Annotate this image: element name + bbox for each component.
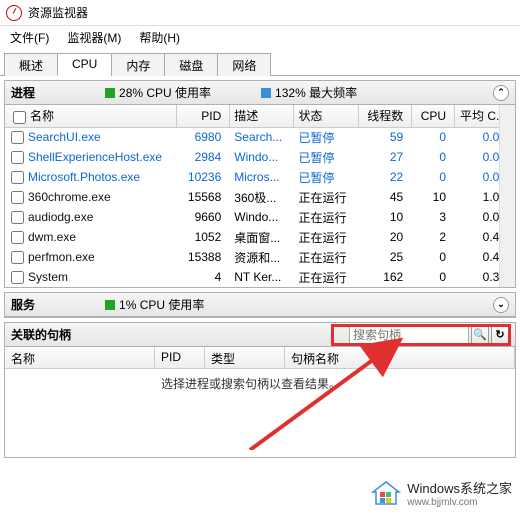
cpu-usage-text: 28% CPU 使用率 xyxy=(119,84,211,101)
processes-panel: 进程 28% CPU 使用率 132% 最大频率 ⌃ 名称 PID 描述 xyxy=(4,80,516,288)
row-checkbox[interactable] xyxy=(11,211,24,224)
collapse-icon[interactable]: ⌃ xyxy=(493,85,509,101)
tab-memory[interactable]: 内存 xyxy=(111,53,165,76)
tab-network[interactable]: 网络 xyxy=(217,53,271,76)
processes-header[interactable]: 进程 28% CPU 使用率 132% 最大频率 ⌃ xyxy=(5,81,515,105)
col-pid[interactable]: PID xyxy=(176,105,230,127)
menu-help[interactable]: 帮助(H) xyxy=(133,27,186,48)
col-status[interactable]: 状态 xyxy=(294,105,358,127)
table-row[interactable]: Microsoft.Photos.exe10236Micros...已暂停220… xyxy=(5,167,515,187)
col-threads[interactable]: 线程数 xyxy=(358,105,412,127)
row-checkbox[interactable] xyxy=(11,271,24,284)
row-checkbox[interactable] xyxy=(11,151,24,164)
max-freq-icon xyxy=(261,88,271,98)
table-row[interactable]: 360chrome.exe15568360极...正在运行45101.00 xyxy=(5,187,515,207)
processes-title: 进程 xyxy=(11,84,35,101)
services-cpu-text: 1% CPU 使用率 xyxy=(119,296,204,313)
table-row[interactable]: SearchUI.exe6980Search...已暂停5900.00 xyxy=(5,127,515,147)
row-checkbox[interactable] xyxy=(11,131,24,144)
services-panel: 服务 1% CPU 使用率 ⌄ xyxy=(4,292,516,318)
handles-hint: 选择进程或搜索句柄以查看结果。 xyxy=(155,369,515,398)
tab-disk[interactable]: 磁盘 xyxy=(164,53,218,76)
app-icon xyxy=(6,5,22,21)
windows-logo-icon xyxy=(371,480,401,506)
select-all-checkbox[interactable] xyxy=(13,111,26,124)
watermark-text: Windows系统之家 xyxy=(407,478,512,497)
search-input[interactable] xyxy=(349,326,469,344)
menu-file[interactable]: 文件(F) xyxy=(4,27,55,48)
row-checkbox[interactable] xyxy=(11,191,24,204)
scrollbar[interactable] xyxy=(499,105,515,287)
services-cpu-icon xyxy=(105,300,115,310)
window-title: 资源监视器 xyxy=(28,4,88,21)
handles-title: 关联的句柄 xyxy=(11,326,71,343)
row-checkbox[interactable] xyxy=(11,231,24,244)
table-row[interactable]: System4NT Ker...正在运行16200.36 xyxy=(5,267,515,287)
refresh-icon[interactable]: ↻ xyxy=(491,326,509,344)
handles-panel: 关联的句柄 🔍 ↻ 名称 PID 类型 句柄名称 选择进程或搜索句柄以查看结果。 xyxy=(4,322,516,458)
menu-monitor[interactable]: 监视器(M) xyxy=(61,27,127,48)
watermark: Windows系统之家 www.bjjmlv.com xyxy=(371,478,512,508)
process-table: 名称 PID 描述 状态 线程数 CPU 平均 C... SearchUI.ex… xyxy=(5,105,515,287)
table-row[interactable]: perfmon.exe15388资源和...正在运行2500.42 xyxy=(5,247,515,267)
table-row[interactable]: dwm.exe1052桌面窗...正在运行2020.44 xyxy=(5,227,515,247)
titlebar: 资源监视器 xyxy=(0,0,520,26)
col-cpu[interactable]: CPU xyxy=(412,105,455,127)
services-title: 服务 xyxy=(11,296,35,313)
col-name[interactable]: 名称 xyxy=(5,105,176,127)
row-checkbox[interactable] xyxy=(11,171,24,184)
hcol-name[interactable]: 名称 xyxy=(5,347,155,368)
services-header[interactable]: 服务 1% CPU 使用率 ⌄ xyxy=(5,293,515,317)
table-row[interactable]: ShellExperienceHost.exe2984Windo...已暂停27… xyxy=(5,147,515,167)
hcol-handle-name[interactable]: 句柄名称 xyxy=(285,347,515,368)
cpu-usage-icon xyxy=(105,88,115,98)
row-checkbox[interactable] xyxy=(11,251,24,264)
col-desc[interactable]: 描述 xyxy=(230,105,294,127)
tab-overview[interactable]: 概述 xyxy=(4,53,58,76)
table-row[interactable]: audiodg.exe9660Windo...正在运行1030.00 xyxy=(5,207,515,227)
menubar: 文件(F) 监视器(M) 帮助(H) xyxy=(0,26,520,48)
collapse-icon[interactable]: ⌄ xyxy=(493,297,509,313)
search-icon[interactable]: 🔍 xyxy=(471,326,489,344)
hcol-type[interactable]: 类型 xyxy=(205,347,285,368)
tab-cpu[interactable]: CPU xyxy=(57,53,112,76)
watermark-url: www.bjjmlv.com xyxy=(407,497,512,508)
handles-header[interactable]: 关联的句柄 🔍 ↻ xyxy=(5,323,515,347)
tabs: 概述 CPU 内存 磁盘 网络 xyxy=(0,48,520,76)
hcol-pid[interactable]: PID xyxy=(155,347,205,368)
max-freq-text: 132% 最大频率 xyxy=(275,84,357,101)
